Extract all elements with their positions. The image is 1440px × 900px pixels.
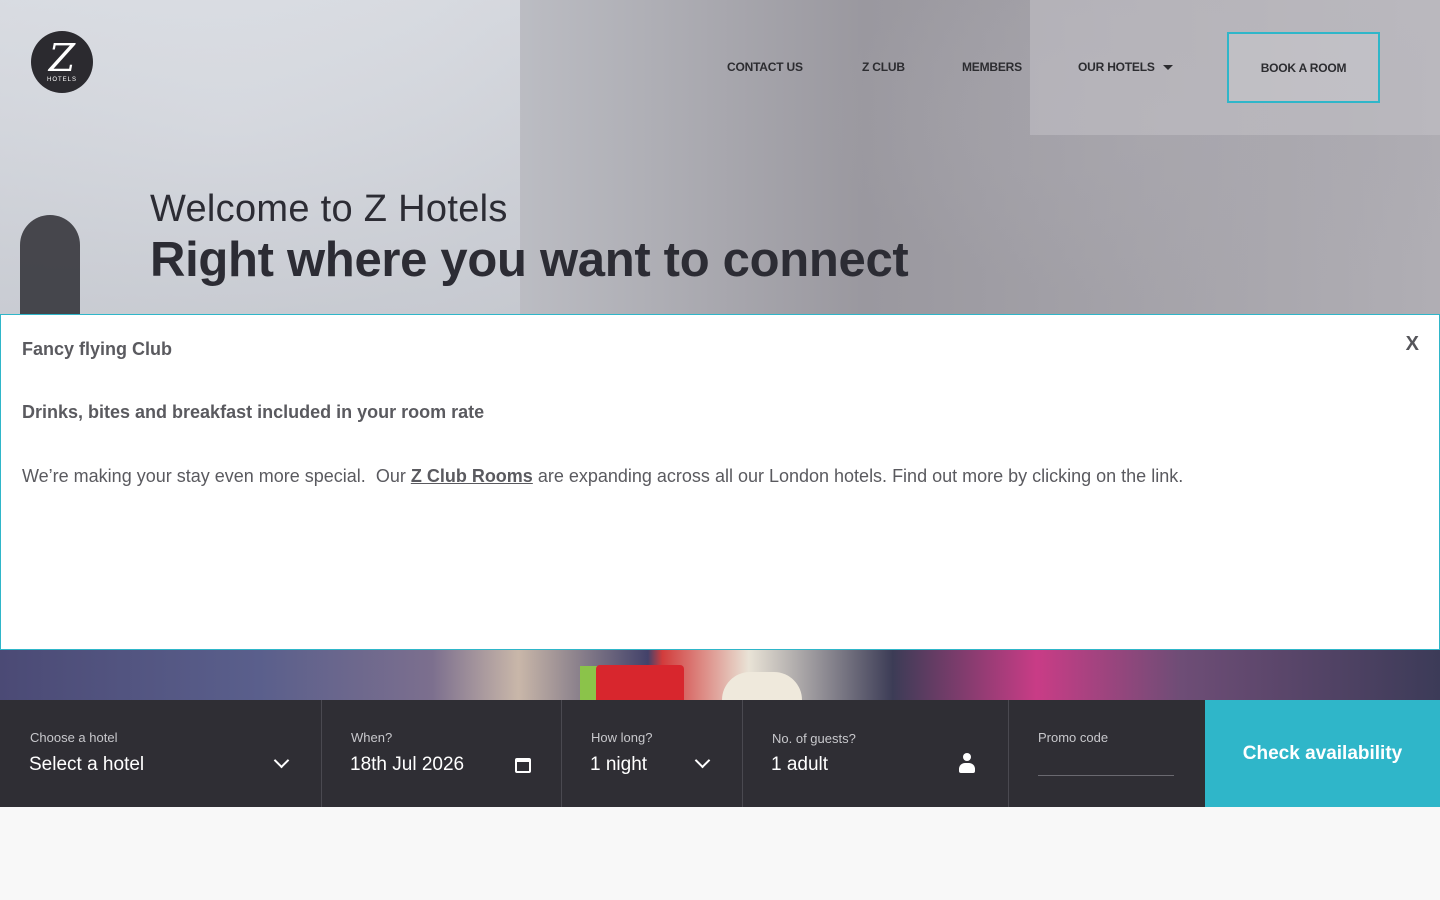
book-a-room-button[interactable]: BOOK A ROOM (1227, 32, 1380, 103)
hero-tagline: Right where you want to connect (150, 233, 909, 287)
nav-members[interactable]: MEMBERS (962, 60, 1022, 74)
hotel-select[interactable]: Choose a hotel Select a hotel (0, 700, 322, 807)
logo-letter: Z (48, 36, 76, 80)
popup-title: Fancy flying Club (22, 339, 173, 359)
popup-body-text: We’re making your stay even more special… (22, 466, 411, 486)
chevron-down-icon (694, 752, 711, 769)
hero-decor (20, 215, 80, 325)
popup-body-text: are expanding across all our London hote… (532, 466, 1184, 486)
guests-field-value: 1 adult (771, 754, 829, 775)
duration-select-label: How long? (591, 730, 653, 745)
chevron-down-icon (273, 752, 290, 769)
check-availability-button[interactable]: Check availability (1205, 700, 1440, 807)
duration-select-value: 1 night (590, 754, 648, 775)
date-field[interactable]: When? 18th Jul 2026 (322, 700, 562, 807)
hero-welcome: Welcome to Z Hotels (150, 188, 508, 230)
nav-z-club[interactable]: Z CLUB (862, 60, 905, 74)
promo-code-field[interactable]: Promo code (1009, 700, 1205, 807)
hotel-select-label: Choose a hotel (30, 730, 118, 745)
hotel-select-value: Select a hotel (29, 754, 145, 775)
promo-popup: X Fancy flying Club Drinks, bites and br… (0, 314, 1440, 650)
guests-field[interactable]: No. of guests? 1 adult (743, 700, 1009, 807)
popup-subtitle: Drinks, bites and breakfast included in … (22, 402, 485, 422)
guests-field-label: No. of guests? (772, 731, 856, 746)
user-icon (959, 753, 975, 773)
promo-code-input[interactable] (1038, 775, 1174, 776)
date-field-label: When? (351, 730, 393, 745)
logo[interactable]: Z HOTELS (31, 31, 93, 93)
nav-our-hotels[interactable]: OUR HOTELS (1078, 60, 1173, 74)
z-club-rooms-link[interactable]: Z Club Rooms (411, 466, 533, 486)
duration-select[interactable]: How long? 1 night (562, 700, 743, 807)
date-field-value: 18th Jul 2026 (350, 754, 465, 775)
user-icon-head (963, 753, 971, 761)
hero-plate (722, 672, 802, 700)
close-button[interactable]: X (1406, 333, 1419, 356)
caret-down-icon (1162, 65, 1173, 71)
nav-our-hotels-label: OUR HOTELS (1078, 60, 1155, 74)
calendar-icon[interactable] (515, 758, 531, 773)
hero-cup (596, 665, 684, 700)
hero-people-photo (0, 650, 1440, 700)
user-icon-body (959, 763, 975, 773)
nav-contact-us[interactable]: CONTACT US (727, 60, 803, 74)
logo-word: HOTELS (46, 77, 77, 83)
promo-code-label: Promo code (1038, 730, 1109, 745)
page-content-area (0, 807, 1440, 900)
popup-body: We’re making your stay even more special… (22, 466, 1183, 487)
